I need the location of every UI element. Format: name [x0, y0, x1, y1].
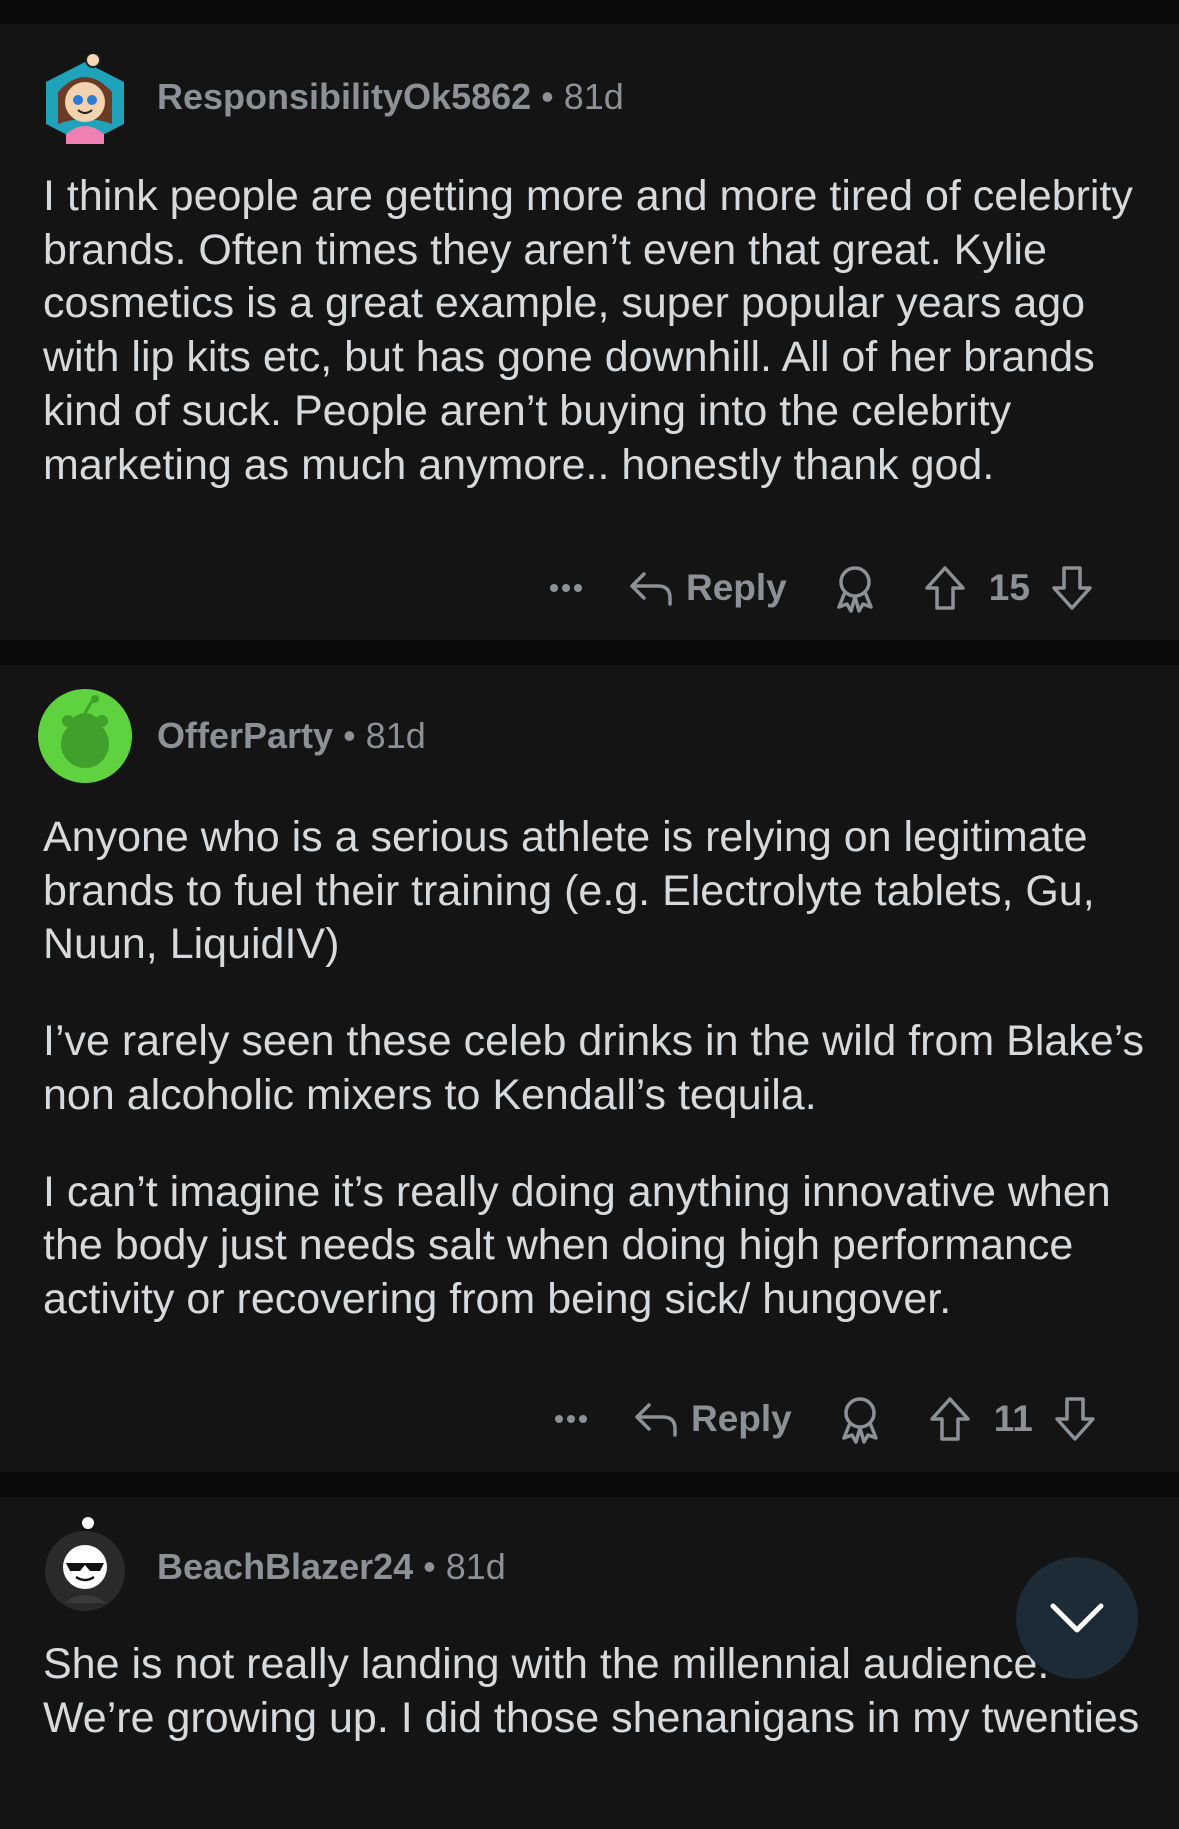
comment-paragraph: She is not really landing with the mille… — [43, 1640, 1140, 1742]
comment-body: I think people are getting more and more… — [43, 170, 1153, 492]
more-options-button[interactable] — [536, 584, 596, 592]
award-button[interactable] — [831, 563, 879, 613]
comment-body: She is not really landing with the mille… — [43, 1638, 1153, 1745]
avatar[interactable] — [38, 1517, 132, 1611]
more-dots-icon — [550, 584, 558, 592]
timestamp: 81d — [563, 76, 624, 117]
reply-label: Reply — [691, 1398, 792, 1439]
comment-meta: OfferParty • 81d — [157, 716, 426, 756]
upvote-button[interactable] — [923, 564, 967, 612]
comment-card: OfferParty • 81d Anyone who is a serious a… — [0, 665, 1179, 1472]
downvote-arrow-icon — [1052, 566, 1092, 610]
downvote-arrow-icon — [1055, 1397, 1095, 1441]
comment-paragraph: I think people are getting more and more… — [43, 172, 1133, 489]
meta-separator: • — [541, 76, 554, 117]
chevron-down-icon — [1050, 1603, 1104, 1633]
comment-paragraph: I’ve rarely seen these celeb drinks in t… — [43, 1017, 1144, 1119]
meta-separator: • — [343, 715, 356, 756]
avatar[interactable] — [38, 689, 132, 783]
username[interactable]: ResponsibilityOk5862 — [157, 76, 531, 117]
comment-paragraph: I can’t imagine it’s really doing anythi… — [43, 1167, 1111, 1323]
timestamp: 81d — [365, 715, 426, 756]
comment-body: Anyone who is a serious athlete is relyi… — [43, 811, 1153, 1327]
meta-separator: • — [423, 1546, 436, 1587]
upvote-arrow-icon — [930, 1397, 970, 1441]
reply-label: Reply — [686, 567, 787, 608]
comment-actions: Reply 15 — [536, 558, 1094, 618]
comment-meta: BeachBlazer24 • 81d — [157, 1547, 506, 1587]
award-icon — [842, 1397, 878, 1444]
timestamp: 81d — [445, 1546, 506, 1587]
comment-actions: Reply 11 — [541, 1389, 1097, 1449]
reply-arrow-icon — [630, 572, 672, 606]
username[interactable]: BeachBlazer24 — [157, 1546, 413, 1587]
comment-card: BeachBlazer24 • 81d She is not really land… — [0, 1497, 1179, 1829]
upvote-arrow-icon — [925, 566, 965, 610]
vote-count: 11 — [993, 1398, 1033, 1439]
downvote-button[interactable] — [1050, 564, 1094, 612]
award-button[interactable] — [836, 1394, 884, 1444]
vote-count: 15 — [988, 567, 1030, 608]
more-options-button[interactable] — [541, 1415, 601, 1423]
upvote-button[interactable] — [928, 1395, 972, 1443]
reply-button[interactable]: Reply — [633, 1398, 792, 1440]
award-icon — [837, 566, 873, 613]
comment-card: ResponsibilityOk5862 • 81d I think people … — [0, 24, 1179, 640]
username[interactable]: OfferParty — [157, 715, 333, 756]
comment-paragraph: Anyone who is a serious athlete is relyi… — [43, 813, 1095, 969]
avatar[interactable] — [38, 54, 132, 148]
reply-arrow-icon — [635, 1403, 677, 1437]
scroll-next-comment-button[interactable] — [1016, 1557, 1138, 1679]
reply-button[interactable]: Reply — [628, 567, 787, 609]
downvote-button[interactable] — [1053, 1395, 1097, 1443]
comment-meta: ResponsibilityOk5862 • 81d — [157, 77, 624, 117]
more-dots-icon — [555, 1415, 563, 1423]
